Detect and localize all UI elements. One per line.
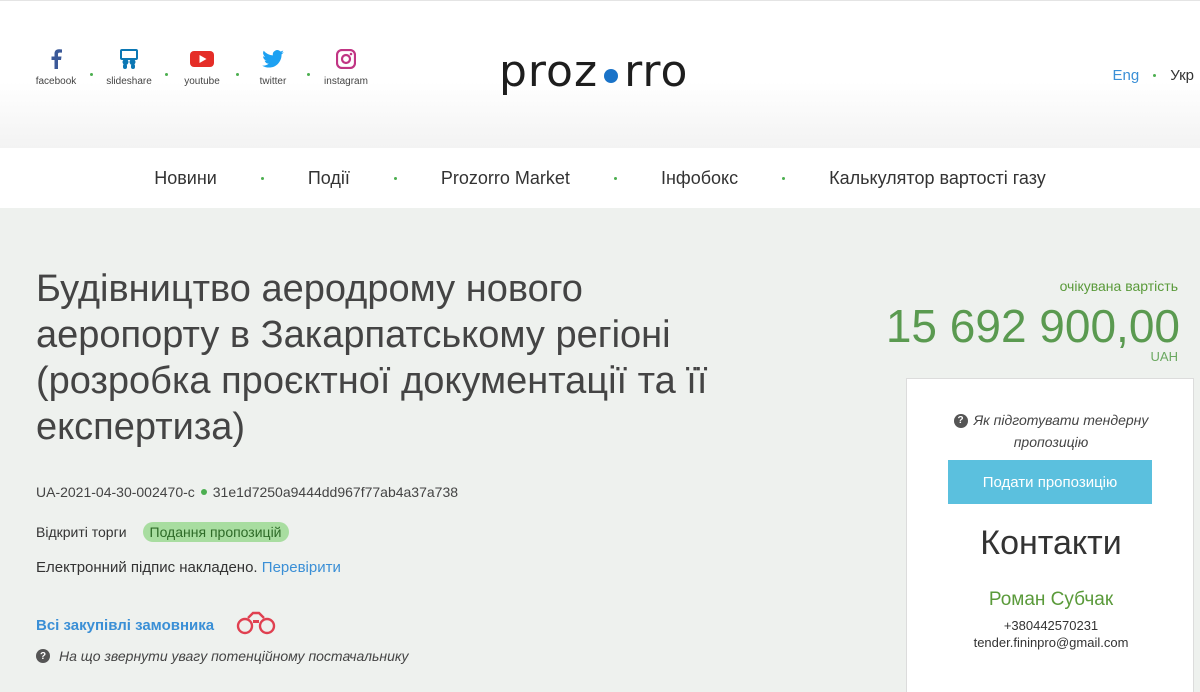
social-instagram[interactable]: instagram [316,47,376,87]
signature-row: Електронний підпис накладено. Перевірити [36,559,341,576]
procedure-row: Відкриті торги Подання пропозицій [36,522,289,542]
social-links: facebook slideshare youtube twitter inst… [28,47,376,87]
site-header: facebook slideshare youtube twitter inst… [0,0,1200,148]
separator-dot [165,73,168,76]
binoculars-icon[interactable] [234,610,278,640]
prozorro-logo[interactable]: proz rro [499,41,688,101]
nav-item-events[interactable]: Події [308,168,350,189]
social-label: instagram [324,76,368,87]
logo-text-left: proz [499,45,599,97]
separator-dot [782,176,786,180]
social-youtube[interactable]: youtube [174,47,230,87]
verify-signature-link[interactable]: Перевірити [262,559,341,576]
tender-title: Будівництво аеродрому нового аеропорту в… [36,268,708,448]
procedure-type: Відкриті торги [36,524,127,540]
nav-item-infobox[interactable]: Інфобокс [661,168,738,189]
logo-text-right: rro [624,45,689,97]
social-twitter[interactable]: twitter [245,47,301,87]
contacts-title: Контакти [980,524,1122,562]
separator-dot [260,176,264,180]
social-label: slideshare [106,76,152,87]
youtube-icon [190,47,214,71]
offer-hint-text: Як підготувати тендерну пропозицію [973,412,1149,450]
submit-offer-button[interactable]: Подати пропозицію [948,460,1152,504]
offer-card: ? Як підготувати тендерну пропозицію Пода… [906,378,1194,692]
social-label: youtube [184,76,220,87]
tender-ids: UA-2021-04-30-002470-c 31e1d7250a9444dd9… [36,484,458,500]
main-nav: Новини Події Prozorro Market Інфобокс Ка… [0,148,1200,208]
all-purchases-link[interactable]: Всі закупівлі замовника [36,617,214,634]
offer-hint[interactable]: ? Як підготувати тендерну пропозицію [907,409,1195,453]
separator-dot [90,73,93,76]
language-switcher: Eng Укр [1113,67,1194,84]
tender-id: UA-2021-04-30-002470-c [36,484,195,500]
social-label: facebook [35,76,77,87]
lang-eng-link[interactable]: Eng [1113,67,1140,84]
supplier-hint[interactable]: ? На що звернути увагу потенційному пост… [36,648,409,664]
nav-item-market[interactable]: Prozorro Market [441,168,570,189]
nav-item-news[interactable]: Новини [154,168,217,189]
twitter-icon [261,47,285,71]
tender-main: Будівництво аеродрому нового аеропорту в… [0,208,1200,692]
status-badge: Подання пропозицій [142,522,289,542]
estimate-label: очікувана вартість [1059,278,1178,294]
contact-name: Роман Субчак [988,589,1114,610]
contact-email: tender.fininpro@gmail.com [973,635,1129,650]
nav-item-gas-calculator[interactable]: Калькулятор вартості газу [829,168,1046,189]
separator-dot [1153,74,1157,77]
social-label: twitter [259,76,287,87]
instagram-icon [334,47,358,71]
social-slideshare[interactable]: slideshare [99,47,159,87]
question-icon: ? [36,649,50,663]
estimate-currency: UAH [1150,349,1178,364]
all-purchases-row: Всі закупівлі замовника [36,610,278,640]
social-facebook[interactable]: facebook [28,47,84,87]
signature-text: Електронний підпис накладено. [36,559,258,576]
estimate-value: 15 692 900,00 [885,300,1180,352]
tender-hash: 31e1d7250a9444dd967f77ab4a37a738 [212,484,459,500]
separator-dot [200,489,207,495]
contact-phone: +380442570231 [1003,618,1099,633]
separator-dot [307,73,310,76]
separator-dot [393,176,397,180]
separator-dot [236,73,239,76]
lang-ukr-link[interactable]: Укр [1170,67,1194,84]
slideshare-icon [117,47,141,71]
facebook-icon [44,47,68,71]
logo-dot-icon [604,69,619,83]
supplier-hint-text: На що звернути увагу потенційному постач… [59,648,409,664]
separator-dot [613,176,617,180]
question-icon: ? [953,414,968,429]
